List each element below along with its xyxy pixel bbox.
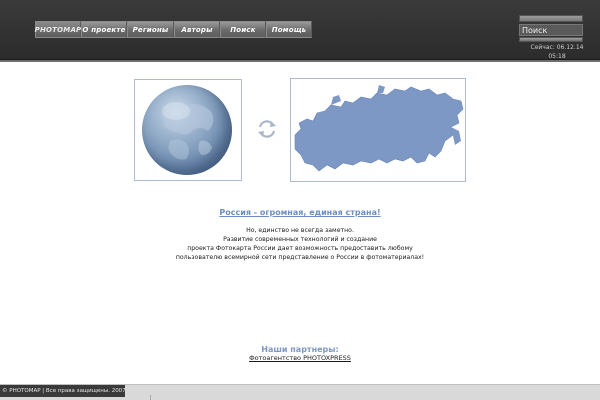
clock-date: Сейчас: 06.12.14	[530, 44, 584, 51]
clock: Сейчас: 06.12.14 05:18	[512, 43, 600, 61]
russia-map-frame[interactable]	[290, 78, 466, 182]
globe-land-shapes	[162, 102, 214, 160]
headline-link[interactable]: Россия - огромная, единая страна!	[0, 208, 600, 217]
search-input[interactable]	[519, 24, 583, 36]
footer-divider	[150, 395, 151, 400]
nav-item-regions[interactable]: Регионы	[127, 21, 174, 38]
nav-item-about[interactable]: О проекте	[81, 21, 127, 38]
nav-item-search[interactable]: Поиск	[220, 21, 266, 38]
main-nav: PHOTOMAP О проекте Регионы Авторы Поиск …	[35, 21, 312, 38]
header-divider	[0, 60, 600, 62]
description-line: проекта Фотокарта России дает возможност…	[187, 245, 413, 252]
partner-link-row: Фотоагентство PHOTOXPRESS	[0, 354, 600, 362]
nav-item-help[interactable]: Помощь	[266, 21, 312, 38]
description-line: Развитие современных технологий и создан…	[223, 236, 377, 243]
search-top-button[interactable]	[519, 15, 583, 22]
refresh-arrows-icon[interactable]	[256, 118, 278, 140]
nav-logo[interactable]: PHOTOMAP	[35, 21, 81, 38]
copyright: © PHOTOMAP | Все права защищены. 2007	[0, 385, 125, 397]
description-line: пользователю всемирной сети представлени…	[175, 254, 425, 261]
description-line: Но, единство не всегда заметно.	[246, 227, 354, 234]
russia-map-image	[294, 85, 464, 172]
globe-image	[142, 85, 232, 175]
clock-time: 05:18	[548, 53, 566, 60]
search-submit-button[interactable]	[519, 37, 583, 42]
partner-link-photoxpress[interactable]: Фотоагентство PHOTOXPRESS	[249, 354, 351, 362]
footer: © PHOTOMAP | Все права защищены. 2007	[0, 384, 600, 400]
description: Но, единство не всегда заметно. Развитие…	[0, 226, 600, 262]
globe-frame[interactable]	[134, 79, 242, 181]
nav-item-authors[interactable]: Авторы	[174, 21, 220, 38]
partners-title: Наши партнеры:	[261, 345, 339, 354]
